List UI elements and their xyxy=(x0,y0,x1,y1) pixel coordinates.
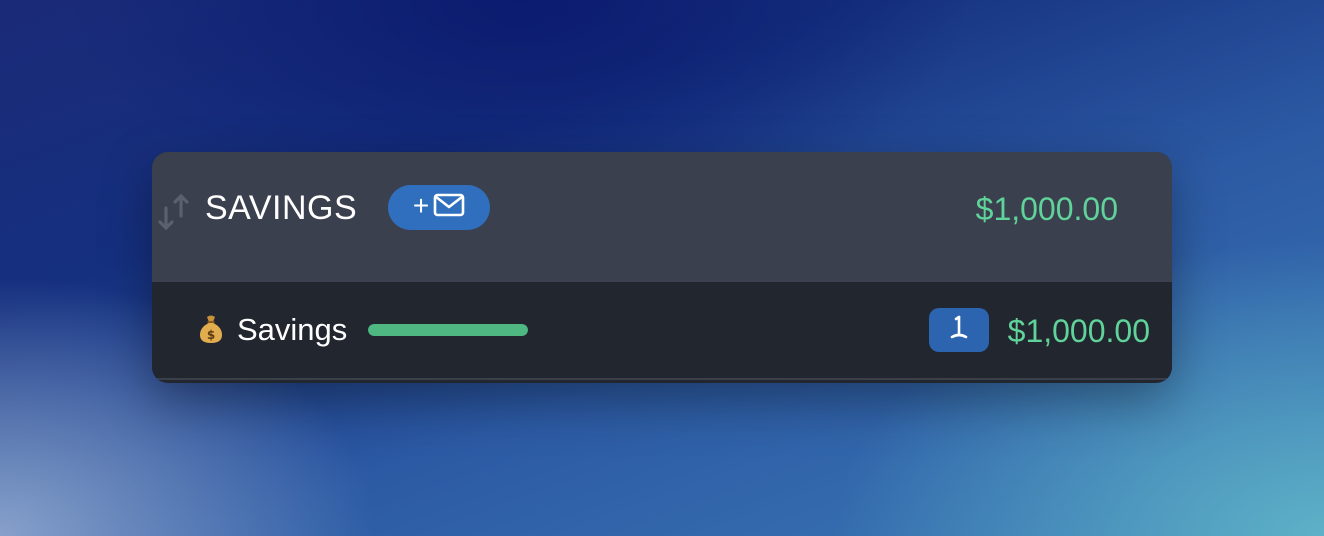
money-bag-icon: $ xyxy=(198,314,224,344)
transfer-button[interactable] xyxy=(929,308,989,352)
group-title: SAVINGS xyxy=(205,189,358,227)
sort-arrows-icon[interactable] xyxy=(156,192,192,232)
transfer-down-icon xyxy=(948,315,970,346)
svg-text:$: $ xyxy=(207,328,215,342)
group-total-amount: $1,000.00 xyxy=(975,191,1118,227)
envelope-amount: $1,000.00 xyxy=(1007,313,1150,349)
plus-icon: + xyxy=(412,190,430,221)
add-envelope-button[interactable]: + xyxy=(388,185,490,230)
envelope-group-card: SAVINGS + $1,000.00 $ Savings $1,000.00 xyxy=(152,152,1172,383)
row-divider xyxy=(152,378,1172,380)
envelope-progress-fill xyxy=(368,324,528,336)
envelope-icon xyxy=(433,193,465,222)
envelope-name: Savings xyxy=(237,312,348,347)
envelope-progress-bar xyxy=(368,324,528,336)
envelope-row[interactable]: $ Savings $1,000.00 xyxy=(152,282,1172,378)
group-header: SAVINGS + $1,000.00 xyxy=(152,152,1172,282)
